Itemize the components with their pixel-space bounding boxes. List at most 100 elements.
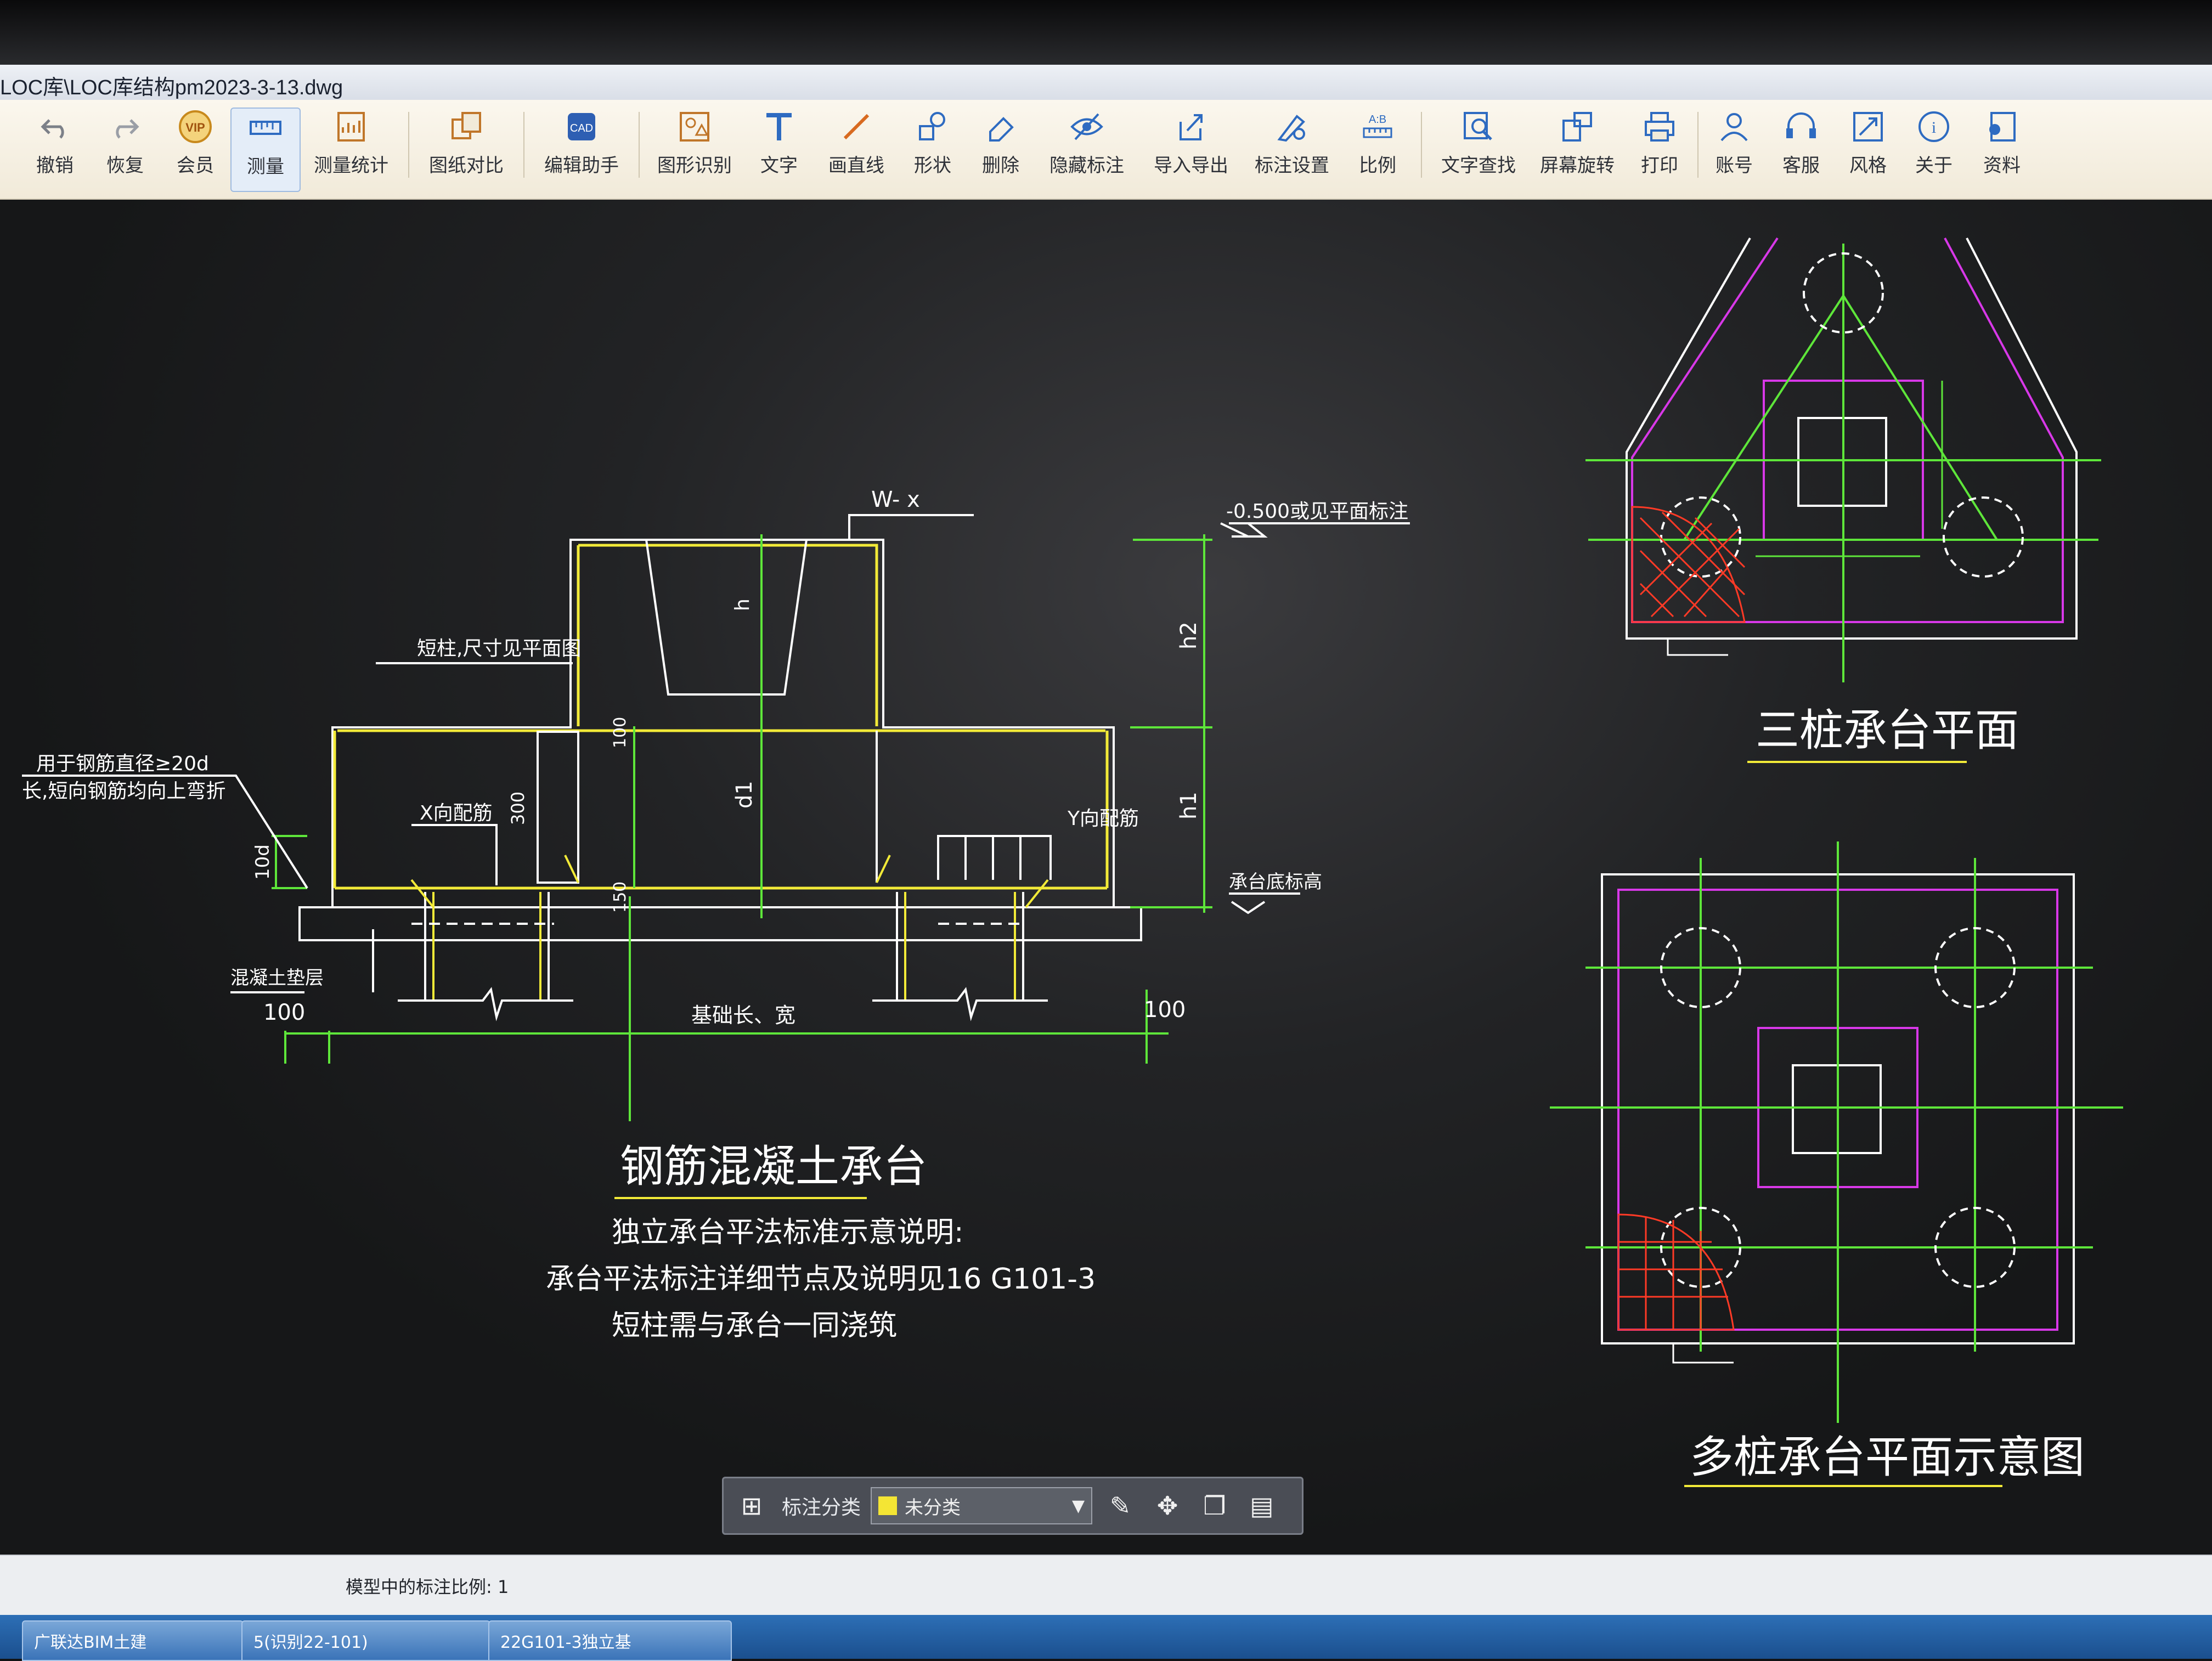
edit-icon[interactable]: ✎ xyxy=(1101,1487,1139,1525)
scale-icon: A:B xyxy=(1358,108,1397,146)
label-rebar-note2: 长,短向钢筋均向上弯折 xyxy=(22,780,225,803)
svg-text:VIP: VIP xyxy=(185,121,205,134)
style-icon xyxy=(1849,108,1887,146)
edit-assistant-button[interactable]: CAD 编辑助手 xyxy=(538,108,625,190)
annotation-settings-icon xyxy=(1273,108,1311,146)
resources-icon xyxy=(1983,108,2021,146)
grid-menu-icon[interactable]: ⊞ xyxy=(732,1487,771,1525)
measure-icon xyxy=(246,109,285,147)
label-concrete-pad: 混凝土垫层 xyxy=(230,967,324,989)
label-h: h xyxy=(731,598,754,611)
redo-button[interactable]: 恢复 xyxy=(92,108,158,190)
scale-button[interactable]: A:B 比例 xyxy=(1347,108,1408,190)
section-note-3: 短柱需与承台一同浇筑 xyxy=(612,1309,897,1342)
label-y-rebar: Y向配筋 xyxy=(1067,807,1139,830)
undo-icon xyxy=(36,108,74,146)
title-bar: LOC库\LOC库结构pm2023-3-13.dwg xyxy=(0,65,2212,101)
annotation-class-select[interactable]: 未分类 ▼ xyxy=(871,1487,1093,1524)
monitor-bezel xyxy=(0,0,2212,66)
label-10d: 10d xyxy=(252,844,274,880)
account-icon xyxy=(1715,108,1753,146)
print-icon xyxy=(1640,108,1679,146)
annotation-scale-status: 模型中的标注比例: 1 xyxy=(346,1577,509,1597)
undo-button[interactable]: 撤销 xyxy=(22,108,88,190)
delete-button[interactable]: 删除 xyxy=(968,108,1034,190)
draw-line-button[interactable]: 画直线 xyxy=(821,108,892,190)
multi-pile-plan xyxy=(1550,841,2123,1423)
label-d1: d1 xyxy=(732,781,757,809)
label-wx: W- x xyxy=(871,487,920,512)
section-title: 钢筋混凝土承台 xyxy=(620,1141,927,1192)
label-rebar-note1: 用于钢筋直径≥20d xyxy=(36,753,209,775)
multi-pile-title: 多桩承台平面示意图 xyxy=(1690,1432,2085,1483)
label-100-left: 100 xyxy=(263,1000,305,1025)
svg-text:A:B: A:B xyxy=(1369,114,1386,126)
taskbar: 广联达BIM土建 5(识别22-101) 22G101-3独立基 xyxy=(0,1615,2212,1661)
hide-annotation-button[interactable]: 隐藏标注 xyxy=(1040,108,1133,190)
customer-service-button[interactable]: 客服 xyxy=(1771,108,1831,190)
toolbar: 撤销 恢复 VIP 会员 测量 测量统计 图纸对比 CAD 编辑助手 图形识别 … xyxy=(0,100,2212,200)
label-100-top: 100 xyxy=(611,717,630,748)
hide-eye-icon xyxy=(1068,108,1106,146)
annotation-panel: ⊞ 标注分类 未分类 ▼ ✎ ✥ ❐ ▤ xyxy=(722,1477,1304,1535)
copy-icon[interactable]: ❐ xyxy=(1195,1487,1234,1525)
section-texts: W- x -0.500或见平面标注 短柱,尺寸见平面图 用于钢筋直径≥20d 长… xyxy=(22,487,1408,1342)
label-h2: h2 xyxy=(1176,622,1201,649)
taskbar-item[interactable]: 5(识别22-101) xyxy=(241,1620,490,1661)
account-button[interactable]: 账号 xyxy=(1704,108,1764,190)
three-pile-title: 三桩承台平面 xyxy=(1756,705,2019,756)
annotation-settings-button[interactable]: 标注设置 xyxy=(1245,108,1339,190)
label-cap-bottom: 承台底标高 xyxy=(1229,871,1322,893)
text-icon xyxy=(760,108,798,146)
import-export-button[interactable]: 导入导出 xyxy=(1144,108,1238,190)
taskbar-item[interactable]: 广联达BIM土建 xyxy=(22,1620,244,1661)
cad-drawing: W- x -0.500或见平面标注 短柱,尺寸见平面图 用于钢筋直径≥20d 长… xyxy=(22,237,2123,1487)
label-x-rebar: X向配筋 xyxy=(420,802,493,824)
label-h1: h1 xyxy=(1176,792,1201,820)
style-button[interactable]: 风格 xyxy=(1838,108,1898,190)
three-pile-plan xyxy=(1585,237,2101,682)
compare-button[interactable]: 图纸对比 xyxy=(422,108,510,190)
label-column: 短柱,尺寸见平面图 xyxy=(417,637,581,660)
measure-stats-icon xyxy=(332,108,370,146)
redo-icon xyxy=(106,108,144,146)
compare-icon xyxy=(447,108,486,146)
section-note-1: 独立承台平法标准示意说明: xyxy=(612,1216,964,1249)
window-title: LOC库\LOC库结构pm2023-3-13.dwg xyxy=(0,76,343,99)
measure-stats-button[interactable]: 测量统计 xyxy=(307,108,395,190)
svg-text:CAD: CAD xyxy=(570,122,593,134)
text-search-button[interactable]: 文字查找 xyxy=(1432,108,1525,190)
about-button[interactable]: i 关于 xyxy=(1904,108,1964,190)
taskbar-item[interactable]: 22G101-3独立基 xyxy=(488,1620,732,1661)
print-button[interactable]: 打印 xyxy=(1629,108,1690,190)
section-drawing xyxy=(22,514,1410,1121)
drawing-canvas[interactable]: W- x -0.500或见平面标注 短柱,尺寸见平面图 用于钢筋直径≥20d 长… xyxy=(0,200,2212,1555)
info-icon: i xyxy=(1915,108,1953,146)
label-300: 300 xyxy=(507,792,528,825)
annotation-class-label: 标注分类 xyxy=(782,1496,861,1519)
color-swatch xyxy=(878,1496,898,1515)
eraser-icon xyxy=(981,108,1020,146)
label-elevation: -0.500或见平面标注 xyxy=(1226,500,1408,523)
import-export-icon xyxy=(1172,108,1210,146)
shape-button[interactable]: 形状 xyxy=(900,108,966,190)
resources-button[interactable]: 资料 xyxy=(1972,108,2032,190)
shape-recognition-button[interactable]: 图形识别 xyxy=(651,108,738,190)
shape-icon xyxy=(913,108,952,146)
annotation-class-value: 未分类 xyxy=(905,1496,961,1519)
line-icon xyxy=(837,108,876,146)
measure-button[interactable]: 测量 xyxy=(230,108,301,192)
vip-button[interactable]: VIP 会员 xyxy=(162,108,228,190)
rotate-screen-button[interactable]: 屏幕旋转 xyxy=(1531,108,1624,190)
text-button[interactable]: 文字 xyxy=(746,108,812,190)
move-icon[interactable]: ✥ xyxy=(1148,1487,1187,1525)
paste-icon[interactable]: ▤ xyxy=(1243,1487,1281,1525)
shape-recognition-icon xyxy=(675,108,714,146)
edit-assistant-icon: CAD xyxy=(562,108,601,146)
chevron-down-icon: ▼ xyxy=(1071,1496,1085,1516)
rotate-screen-icon xyxy=(1558,108,1596,146)
section-note-2: 承台平法标注详细节点及说明见16 G101-3 xyxy=(546,1263,1096,1296)
label-100-right: 100 xyxy=(1144,997,1186,1022)
headset-icon xyxy=(1782,108,1820,146)
vip-icon: VIP xyxy=(176,108,215,146)
